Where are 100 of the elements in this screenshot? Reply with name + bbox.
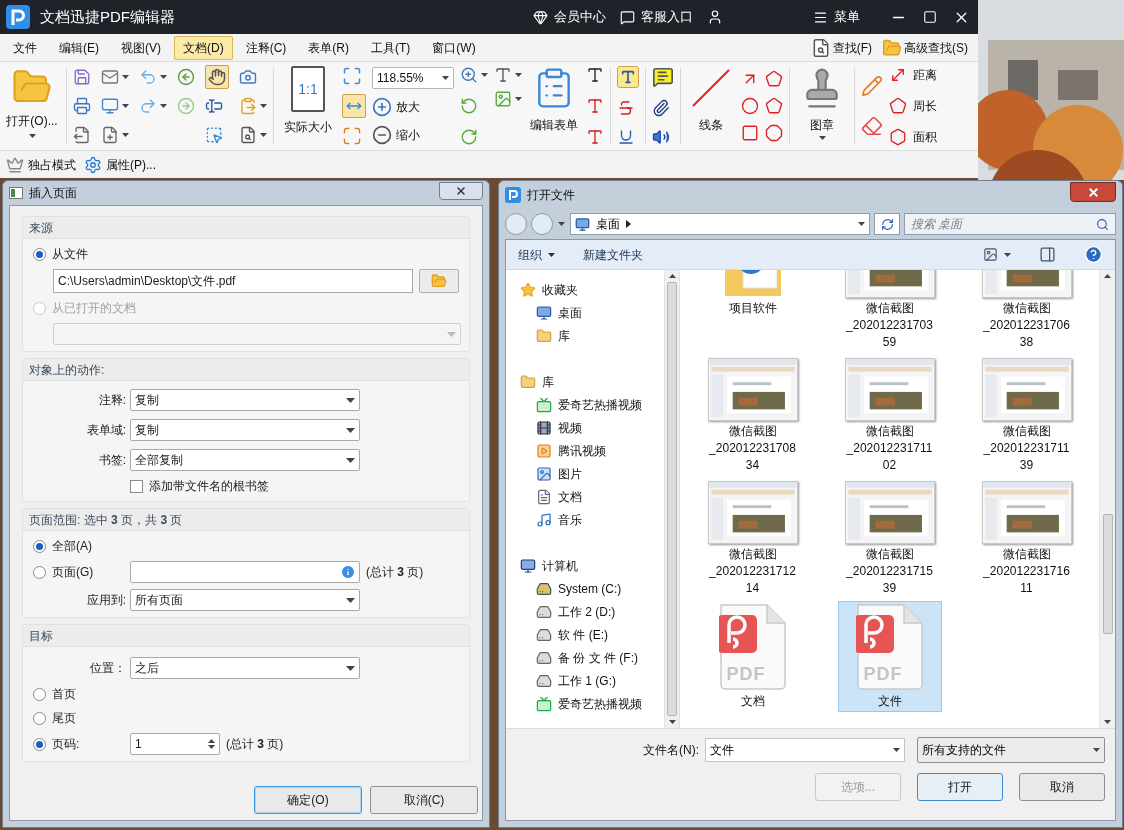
from-file-radio[interactable]: 从文件 (33, 245, 459, 263)
maximize-icon[interactable] (923, 10, 937, 24)
caret-icon[interactable] (1104, 274, 1111, 278)
caret-icon[interactable] (260, 132, 267, 137)
file-type-dropdown[interactable]: 所有支持的文件 (917, 737, 1105, 763)
dialog-button[interactable]: 取消 (1019, 773, 1105, 801)
all-pages-radio[interactable]: 全部(A) (33, 537, 459, 555)
rotate-right-icon[interactable] (460, 128, 478, 146)
caret-icon[interactable] (260, 104, 267, 108)
annotation-select-icon[interactable] (205, 125, 223, 144)
caret-icon[interactable] (515, 73, 522, 77)
scrollbar[interactable] (1099, 270, 1115, 728)
polygon-icon[interactable] (765, 70, 783, 89)
nav-item[interactable]: 软 件 (E:) (506, 623, 664, 646)
quickbar-button[interactable]: 属性(P)... (106, 155, 156, 174)
find-button[interactable]: 查找(F) (832, 38, 872, 57)
fit-width-icon[interactable] (342, 94, 366, 118)
open-button[interactable]: 打开(O)... (4, 66, 60, 146)
search-icon[interactable] (1096, 217, 1109, 231)
caret-icon[interactable] (858, 222, 865, 226)
preview-pane-icon[interactable] (1039, 246, 1056, 263)
nav-item[interactable]: System (C:) (506, 577, 664, 600)
caret-icon[interactable] (160, 75, 167, 80)
camera-icon[interactable] (239, 68, 257, 87)
nav-item[interactable]: 工作 1 (G:) (506, 669, 664, 692)
scrollbar[interactable] (664, 270, 680, 728)
save-icon[interactable] (73, 68, 91, 87)
edit-form-button[interactable]: 编辑表单 (528, 66, 580, 146)
close-button[interactable] (1070, 182, 1116, 202)
distance-icon[interactable] (889, 66, 907, 84)
circle-icon[interactable] (741, 97, 759, 115)
magnifier-icon[interactable] (460, 66, 478, 84)
nav-item[interactable]: 爱奇艺热播视频 (506, 393, 664, 416)
nav-item[interactable]: 工作 2 (D:) (506, 600, 664, 623)
strikethrough-icon[interactable] (617, 99, 635, 117)
nav-item[interactable]: 腾讯视频 (506, 439, 664, 462)
menu-item[interactable]: 视图(V) (112, 35, 170, 60)
file-item[interactable]: 微信截图_20201223170359 (837, 270, 942, 353)
attachment-icon[interactable] (652, 99, 670, 117)
nav-item[interactable]: 文档 (506, 485, 664, 508)
pages-radio[interactable]: 页面(G) (33, 563, 130, 581)
new-file-icon[interactable] (101, 125, 119, 144)
file-item[interactable]: 微信截图_20201223171539 (837, 478, 942, 599)
properties-icon[interactable] (84, 155, 102, 174)
caret-icon[interactable] (442, 76, 449, 80)
spinner-arrows-icon[interactable] (208, 738, 215, 750)
caret-icon[interactable] (515, 97, 522, 101)
file-item[interactable]: 微信截图_20201223171102 (837, 355, 942, 476)
fit-page-icon[interactable] (342, 66, 362, 86)
page-number-spinner[interactable]: 1 (130, 733, 220, 755)
scrollbar-thumb[interactable] (667, 282, 677, 716)
text-field-icon[interactable] (586, 128, 604, 146)
text-select-icon[interactable] (205, 97, 223, 115)
breadcrumb-arrow-icon[interactable] (626, 220, 631, 228)
nav-item[interactable]: 桌面 (506, 301, 664, 324)
caret-icon[interactable] (558, 222, 565, 226)
action-dropdown[interactable]: 全部复制 (130, 449, 360, 471)
perimeter-icon[interactable] (889, 97, 907, 115)
action-dropdown[interactable]: 复制 (130, 389, 360, 411)
file-item[interactable]: 微信截图_20201223171611 (974, 478, 1079, 599)
nav-item[interactable]: 库 (506, 370, 664, 393)
menu-item[interactable]: 表单(R) (299, 35, 358, 60)
organize-button[interactable]: 组织 (518, 245, 555, 264)
print-icon[interactable] (73, 97, 91, 115)
text-field-icon[interactable] (586, 66, 604, 84)
nav-item[interactable]: 计算机 (506, 554, 664, 577)
previous-icon[interactable] (177, 68, 195, 87)
chat-icon[interactable] (620, 9, 635, 25)
caret-icon[interactable] (1104, 720, 1111, 724)
menu-item[interactable]: 编辑(E) (50, 35, 108, 60)
caret-icon[interactable] (668, 720, 676, 724)
eraser-icon[interactable] (861, 115, 883, 137)
refresh-button[interactable] (874, 213, 900, 235)
root-bookmark-checkbox[interactable]: 添加带文件名的根书签 (130, 477, 459, 495)
pencil-icon[interactable] (861, 75, 883, 97)
user-icon[interactable] (707, 9, 723, 25)
caret-icon[interactable] (122, 104, 129, 108)
mail-icon[interactable] (101, 68, 119, 87)
address-bar[interactable]: 桌面 (570, 213, 870, 235)
caret-icon[interactable] (893, 748, 900, 752)
fit-visible-icon[interactable] (342, 126, 362, 146)
zoom-in-button[interactable]: 放大 (372, 97, 454, 117)
text-field-icon[interactable] (586, 97, 604, 115)
scrollbar-thumb[interactable] (1102, 514, 1113, 634)
crown-icon[interactable] (6, 155, 24, 174)
action-dropdown[interactable]: 复制 (130, 419, 360, 441)
zoom-out-button[interactable]: 缩小 (372, 125, 454, 145)
rectangle-icon[interactable] (741, 123, 759, 142)
dialog-button[interactable]: 打开 (917, 773, 1003, 801)
document-search-icon[interactable] (239, 125, 257, 144)
clipboard-icon[interactable] (239, 97, 257, 115)
caret-icon[interactable] (122, 132, 129, 137)
menu-item[interactable]: 注释(C) (236, 35, 296, 60)
text-icon[interactable] (617, 66, 639, 88)
menu-icon[interactable] (813, 9, 828, 25)
quickbar-button[interactable]: 独占模式 (28, 155, 76, 174)
file-item[interactable]: 微信截图_20201223171139 (974, 355, 1079, 476)
rotate-left-icon[interactable] (460, 97, 478, 115)
area-icon[interactable] (889, 128, 907, 146)
menu-item[interactable]: 窗口(W) (423, 35, 485, 60)
